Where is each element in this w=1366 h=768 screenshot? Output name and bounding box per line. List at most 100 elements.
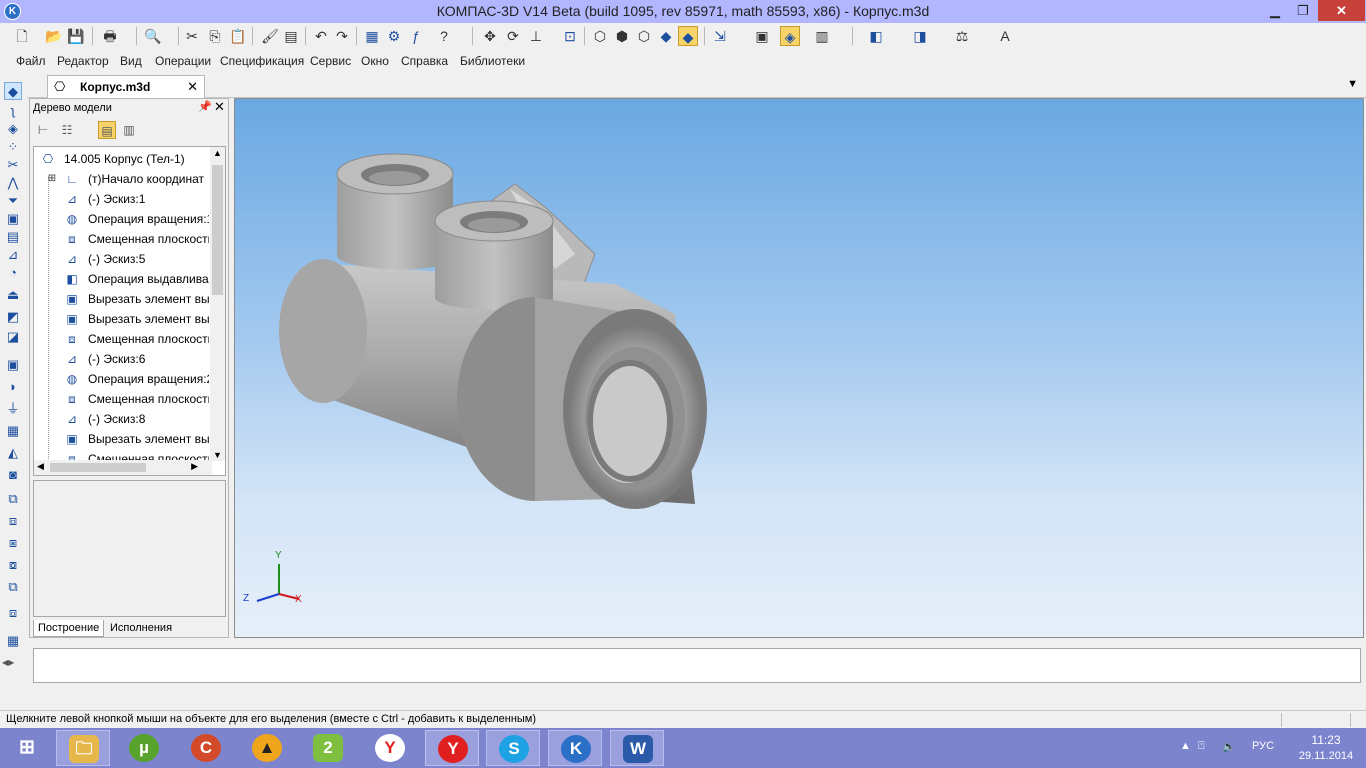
new-file-icon[interactable]: 🗋 bbox=[12, 26, 32, 46]
cut-icon[interactable]: ✂ bbox=[182, 26, 202, 46]
rib-tool-icon[interactable]: ◭ bbox=[4, 444, 22, 462]
tree-item[interactable]: ⧈ Смещенная плоскость bbox=[34, 389, 209, 409]
maximize-button[interactable]: ❐ bbox=[1290, 0, 1316, 21]
tree-root[interactable]: ⎔ 14.005 Корпус (Тел-1) bbox=[34, 149, 209, 169]
cut-extrude-tool-icon[interactable]: ▣ bbox=[4, 356, 22, 374]
menu-service[interactable]: Сервис bbox=[310, 54, 351, 68]
input-language[interactable]: РУС bbox=[1252, 740, 1274, 752]
surfaces-icon[interactable]: ◈ bbox=[4, 120, 22, 138]
clock-time[interactable]: 11:23 bbox=[1306, 733, 1346, 747]
tab-build[interactable]: Построение bbox=[33, 620, 105, 637]
snap-icon[interactable]: ⇲ bbox=[710, 26, 730, 46]
undo-icon[interactable]: ↶ bbox=[311, 26, 331, 46]
scroll-thumb[interactable] bbox=[50, 463, 146, 472]
scroll-left-icon[interactable]: ◀ bbox=[37, 461, 44, 472]
tree-item[interactable]: ⧈ Смещенная плоскость bbox=[34, 329, 209, 349]
properties-panel-field[interactable] bbox=[33, 648, 1361, 683]
tab-list-dropdown-icon[interactable]: ▼ bbox=[1347, 78, 1358, 90]
extrude-tool-icon[interactable]: ⏏ bbox=[4, 286, 22, 304]
curves-icon[interactable]: ʅ bbox=[4, 102, 22, 120]
pan-icon[interactable]: ✥ bbox=[480, 26, 500, 46]
menu-view[interactable]: Вид bbox=[120, 54, 142, 68]
zoom-fit-icon[interactable]: ⊡ bbox=[560, 26, 580, 46]
shaded-icon[interactable]: ◆ bbox=[656, 26, 676, 46]
close-tab-icon[interactable]: ✕ bbox=[187, 79, 198, 95]
hole-tool-icon[interactable]: ◙ bbox=[4, 466, 22, 484]
variables-icon[interactable]: ⚙ bbox=[384, 26, 404, 46]
menu-libraries[interactable]: Библиотеки bbox=[460, 54, 525, 68]
menu-help[interactable]: Справка bbox=[401, 54, 448, 68]
taskbar-kompas[interactable]: K bbox=[548, 730, 602, 766]
panel-close-icon[interactable]: ✕ bbox=[214, 99, 225, 115]
sheet-body-icon[interactable]: ⋀ bbox=[4, 174, 22, 192]
tree-item[interactable]: ◧ Операция выдавливания bbox=[34, 269, 209, 289]
tree-item[interactable]: ▣ Вырезать элемент выдавливания bbox=[34, 429, 209, 449]
tree-structure-icon[interactable]: ⊢ bbox=[34, 121, 52, 139]
tree-item[interactable]: ⊿ (-) Эскиз:5 bbox=[34, 249, 209, 269]
tree-item[interactable]: ⊿ (-) Эскиз:8 bbox=[34, 409, 209, 429]
tree-item[interactable]: ⊞ ∟ (т)Начало координат bbox=[34, 169, 209, 189]
orientation-icon[interactable]: ⊥ bbox=[526, 26, 546, 46]
wireframe-icon[interactable]: ⬡ bbox=[590, 26, 610, 46]
measure-icon[interactable]: ⚖ bbox=[952, 26, 972, 46]
print-icon[interactable]: 🖶 bbox=[100, 26, 120, 46]
help-pointer-icon[interactable]: ? bbox=[434, 26, 454, 46]
close-button[interactable]: ✕ bbox=[1318, 0, 1365, 21]
revolve-tool-icon[interactable]: ◩ bbox=[4, 308, 22, 326]
taskbar-yandex-browser[interactable]: Y bbox=[425, 730, 479, 766]
scroll-down-icon[interactable]: ▼ bbox=[213, 450, 222, 460]
measure-tool-icon[interactable]: ⏷ bbox=[4, 192, 22, 210]
tree-item[interactable]: ◍ Операция вращения:2 bbox=[34, 369, 209, 389]
paste-icon[interactable]: 📋 bbox=[228, 26, 248, 46]
copy-tool-icon[interactable]: ⧉ bbox=[4, 578, 22, 596]
save-icon[interactable]: 💾 bbox=[66, 26, 86, 46]
layers-icon[interactable]: ▣ bbox=[752, 26, 772, 46]
panel-grip[interactable]: ◀▶ bbox=[2, 658, 14, 667]
scroll-right-icon[interactable]: ▶ bbox=[191, 461, 198, 472]
taskbar-yandex[interactable]: Y bbox=[363, 730, 417, 766]
fillet-tool-icon[interactable]: ◗ bbox=[4, 378, 22, 396]
mirror-tool-icon[interactable]: ⧉ bbox=[4, 490, 22, 508]
text-style-icon[interactable]: A bbox=[995, 26, 1015, 46]
tree-item[interactable]: ⊿ (-) Эскиз:1 bbox=[34, 189, 209, 209]
document-tab[interactable]: ⎔ Корпус.m3d ✕ bbox=[47, 75, 205, 98]
taskbar-explorer[interactable]: 🗀 bbox=[56, 730, 110, 766]
minimize-button[interactable]: ▁ bbox=[1262, 0, 1288, 21]
preview-icon[interactable]: 🔍 bbox=[143, 26, 163, 46]
model-edit-icon[interactable]: ◈ bbox=[780, 26, 800, 46]
tree-vertical-scrollbar[interactable]: ▲ ▼ bbox=[210, 147, 225, 461]
menu-file[interactable]: Файл bbox=[16, 54, 46, 68]
color-icon[interactable]: ◨ bbox=[910, 26, 930, 46]
menu-specification[interactable]: Спецификация bbox=[220, 54, 304, 68]
tree-item[interactable]: ▣ Вырезать элемент выдавливания bbox=[34, 289, 209, 309]
taskbar-skype[interactable]: S bbox=[486, 730, 540, 766]
edit-details-icon[interactable]: ◆ bbox=[4, 82, 22, 100]
manager-icon[interactable]: ▦ bbox=[362, 26, 382, 46]
tree-item[interactable]: ◍ Операция вращения:1 bbox=[34, 209, 209, 229]
tree-filter-icon[interactable]: ☷ bbox=[58, 121, 76, 139]
scroll-up-icon[interactable]: ▲ bbox=[213, 148, 222, 158]
menu-editor[interactable]: Редактор bbox=[57, 54, 109, 68]
taskbar-ccleaner[interactable]: C bbox=[179, 730, 233, 766]
arrays-icon[interactable]: ⁘ bbox=[4, 138, 22, 156]
start-button[interactable]: ⊞ bbox=[0, 730, 54, 766]
pin-icon[interactable]: 📌 bbox=[198, 100, 212, 113]
filters-icon[interactable]: ▣ bbox=[4, 210, 22, 228]
tree-item[interactable]: ⧈ Смещенная плоскость bbox=[34, 229, 209, 249]
chamfer-tool-icon[interactable]: ⏚ bbox=[4, 400, 22, 418]
taskbar-utorrent[interactable]: µ bbox=[117, 730, 171, 766]
tab-versions[interactable]: Исполнения bbox=[106, 620, 176, 637]
elements-icon[interactable]: ◔ bbox=[4, 264, 22, 282]
tree-view-icon[interactable]: ▥ bbox=[120, 121, 138, 139]
taskbar-2gis[interactable]: 2 bbox=[301, 730, 355, 766]
tray-network-icon[interactable]: ⍞ bbox=[1198, 740, 1205, 753]
material-icon[interactable]: ◧ bbox=[866, 26, 886, 46]
hidden-lines-icon[interactable]: ⬢ bbox=[612, 26, 632, 46]
tray-volume-icon[interactable]: 🔈 bbox=[1222, 740, 1236, 753]
tree-order-icon[interactable]: ▤ bbox=[98, 121, 116, 139]
copy-icon[interactable]: ⎘ bbox=[205, 26, 225, 46]
split-tool-icon[interactable]: ⧇ bbox=[4, 556, 22, 574]
menu-window[interactable]: Окно bbox=[361, 54, 389, 68]
kinematic-tool-icon[interactable]: ◪ bbox=[4, 328, 22, 346]
array-tool-icon[interactable]: ⧈ bbox=[4, 512, 22, 530]
